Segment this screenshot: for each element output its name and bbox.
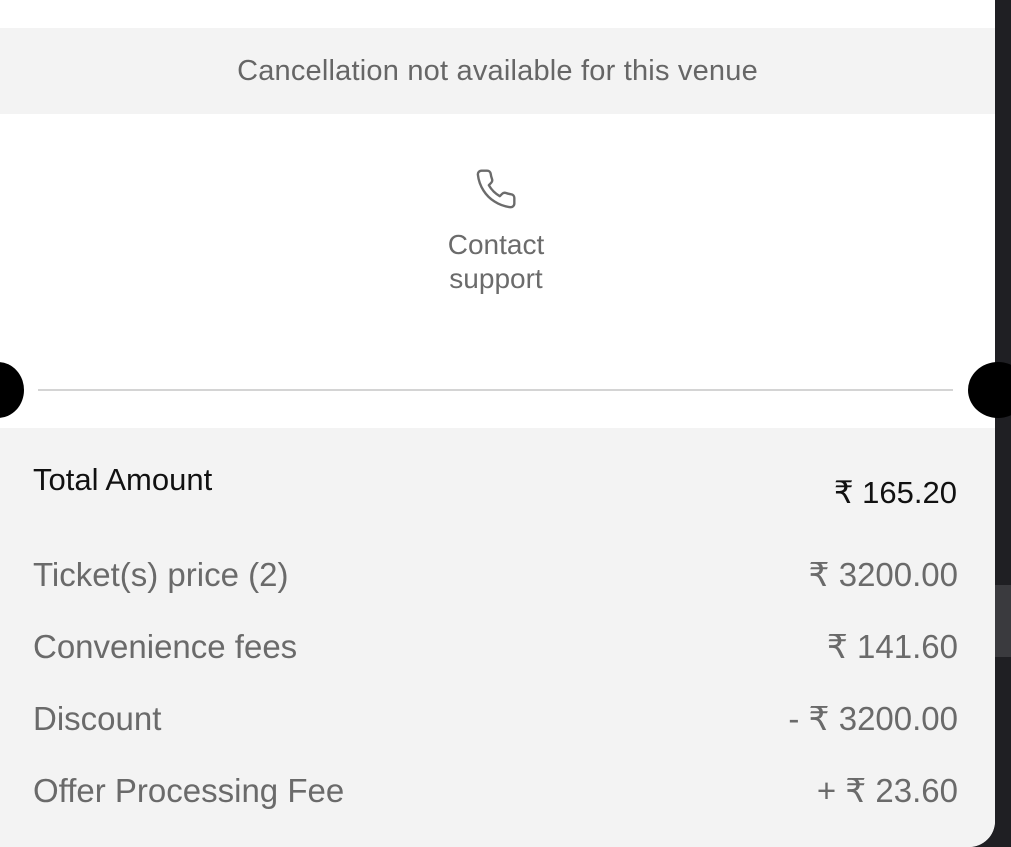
summary-line-convenience-fees: Convenience fees ₹ 141.60 [33, 627, 958, 666]
summary-line-ticket-price: Ticket(s) price (2) ₹ 3200.00 [33, 555, 958, 594]
ticket-price-value: ₹ 3200.00 [808, 556, 958, 593]
cancellation-message: Cancellation not available for this venu… [237, 54, 758, 87]
contact-support-label-line1: Contact [447, 229, 545, 260]
sheet-top-strip [0, 0, 995, 28]
contact-support-button[interactable]: Contact support [396, 164, 596, 314]
discount-label: Discount [33, 700, 162, 737]
offer-processing-fee-label: Offer Processing Fee [33, 772, 345, 809]
summary-line-offer-processing-fee: Offer Processing Fee + ₹ 23.60 [33, 771, 958, 810]
ticket-price-label: Ticket(s) price (2) [33, 556, 289, 593]
total-amount-row: Total Amount [33, 462, 958, 498]
contact-support-label-line2: support [449, 263, 543, 294]
convenience-fees-label: Convenience fees [33, 628, 298, 665]
ticket-divider [38, 389, 953, 391]
summary-line-discount: Discount - ₹ 3200.00 [33, 699, 958, 738]
convenience-fees-value: ₹ 141.60 [826, 628, 958, 665]
contact-support-label: Contact support [426, 228, 566, 296]
total-amount-value: ₹ 165.20 [833, 475, 957, 510]
cancellation-banner: Cancellation not available for this venu… [0, 28, 995, 114]
phone-icon [476, 169, 516, 209]
total-amount-label: Total Amount [33, 462, 213, 497]
booking-details-sheet: Cancellation not available for this venu… [0, 0, 995, 847]
discount-value: - ₹ 3200.00 [788, 700, 958, 737]
offer-processing-fee-value: + ₹ 23.60 [816, 772, 958, 809]
